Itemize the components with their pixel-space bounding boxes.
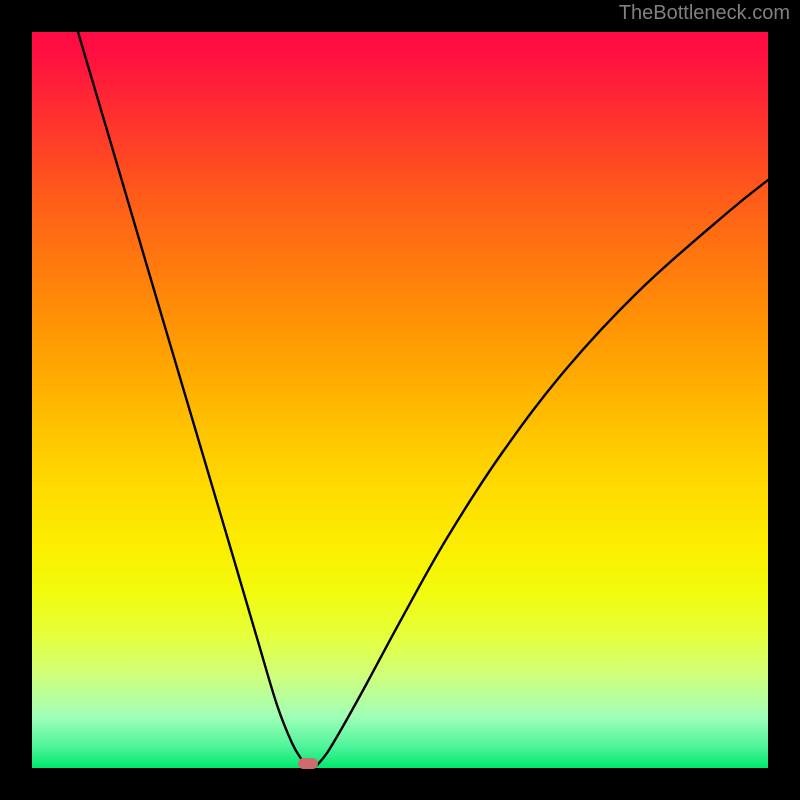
watermark-text: TheBottleneck.com: [619, 2, 790, 25]
chart-plot-area: [32, 32, 768, 768]
curve-right-branch: [312, 180, 768, 768]
curve-left-branch: [78, 32, 312, 768]
dip-marker: [298, 758, 318, 769]
chart-svg: [32, 32, 768, 768]
